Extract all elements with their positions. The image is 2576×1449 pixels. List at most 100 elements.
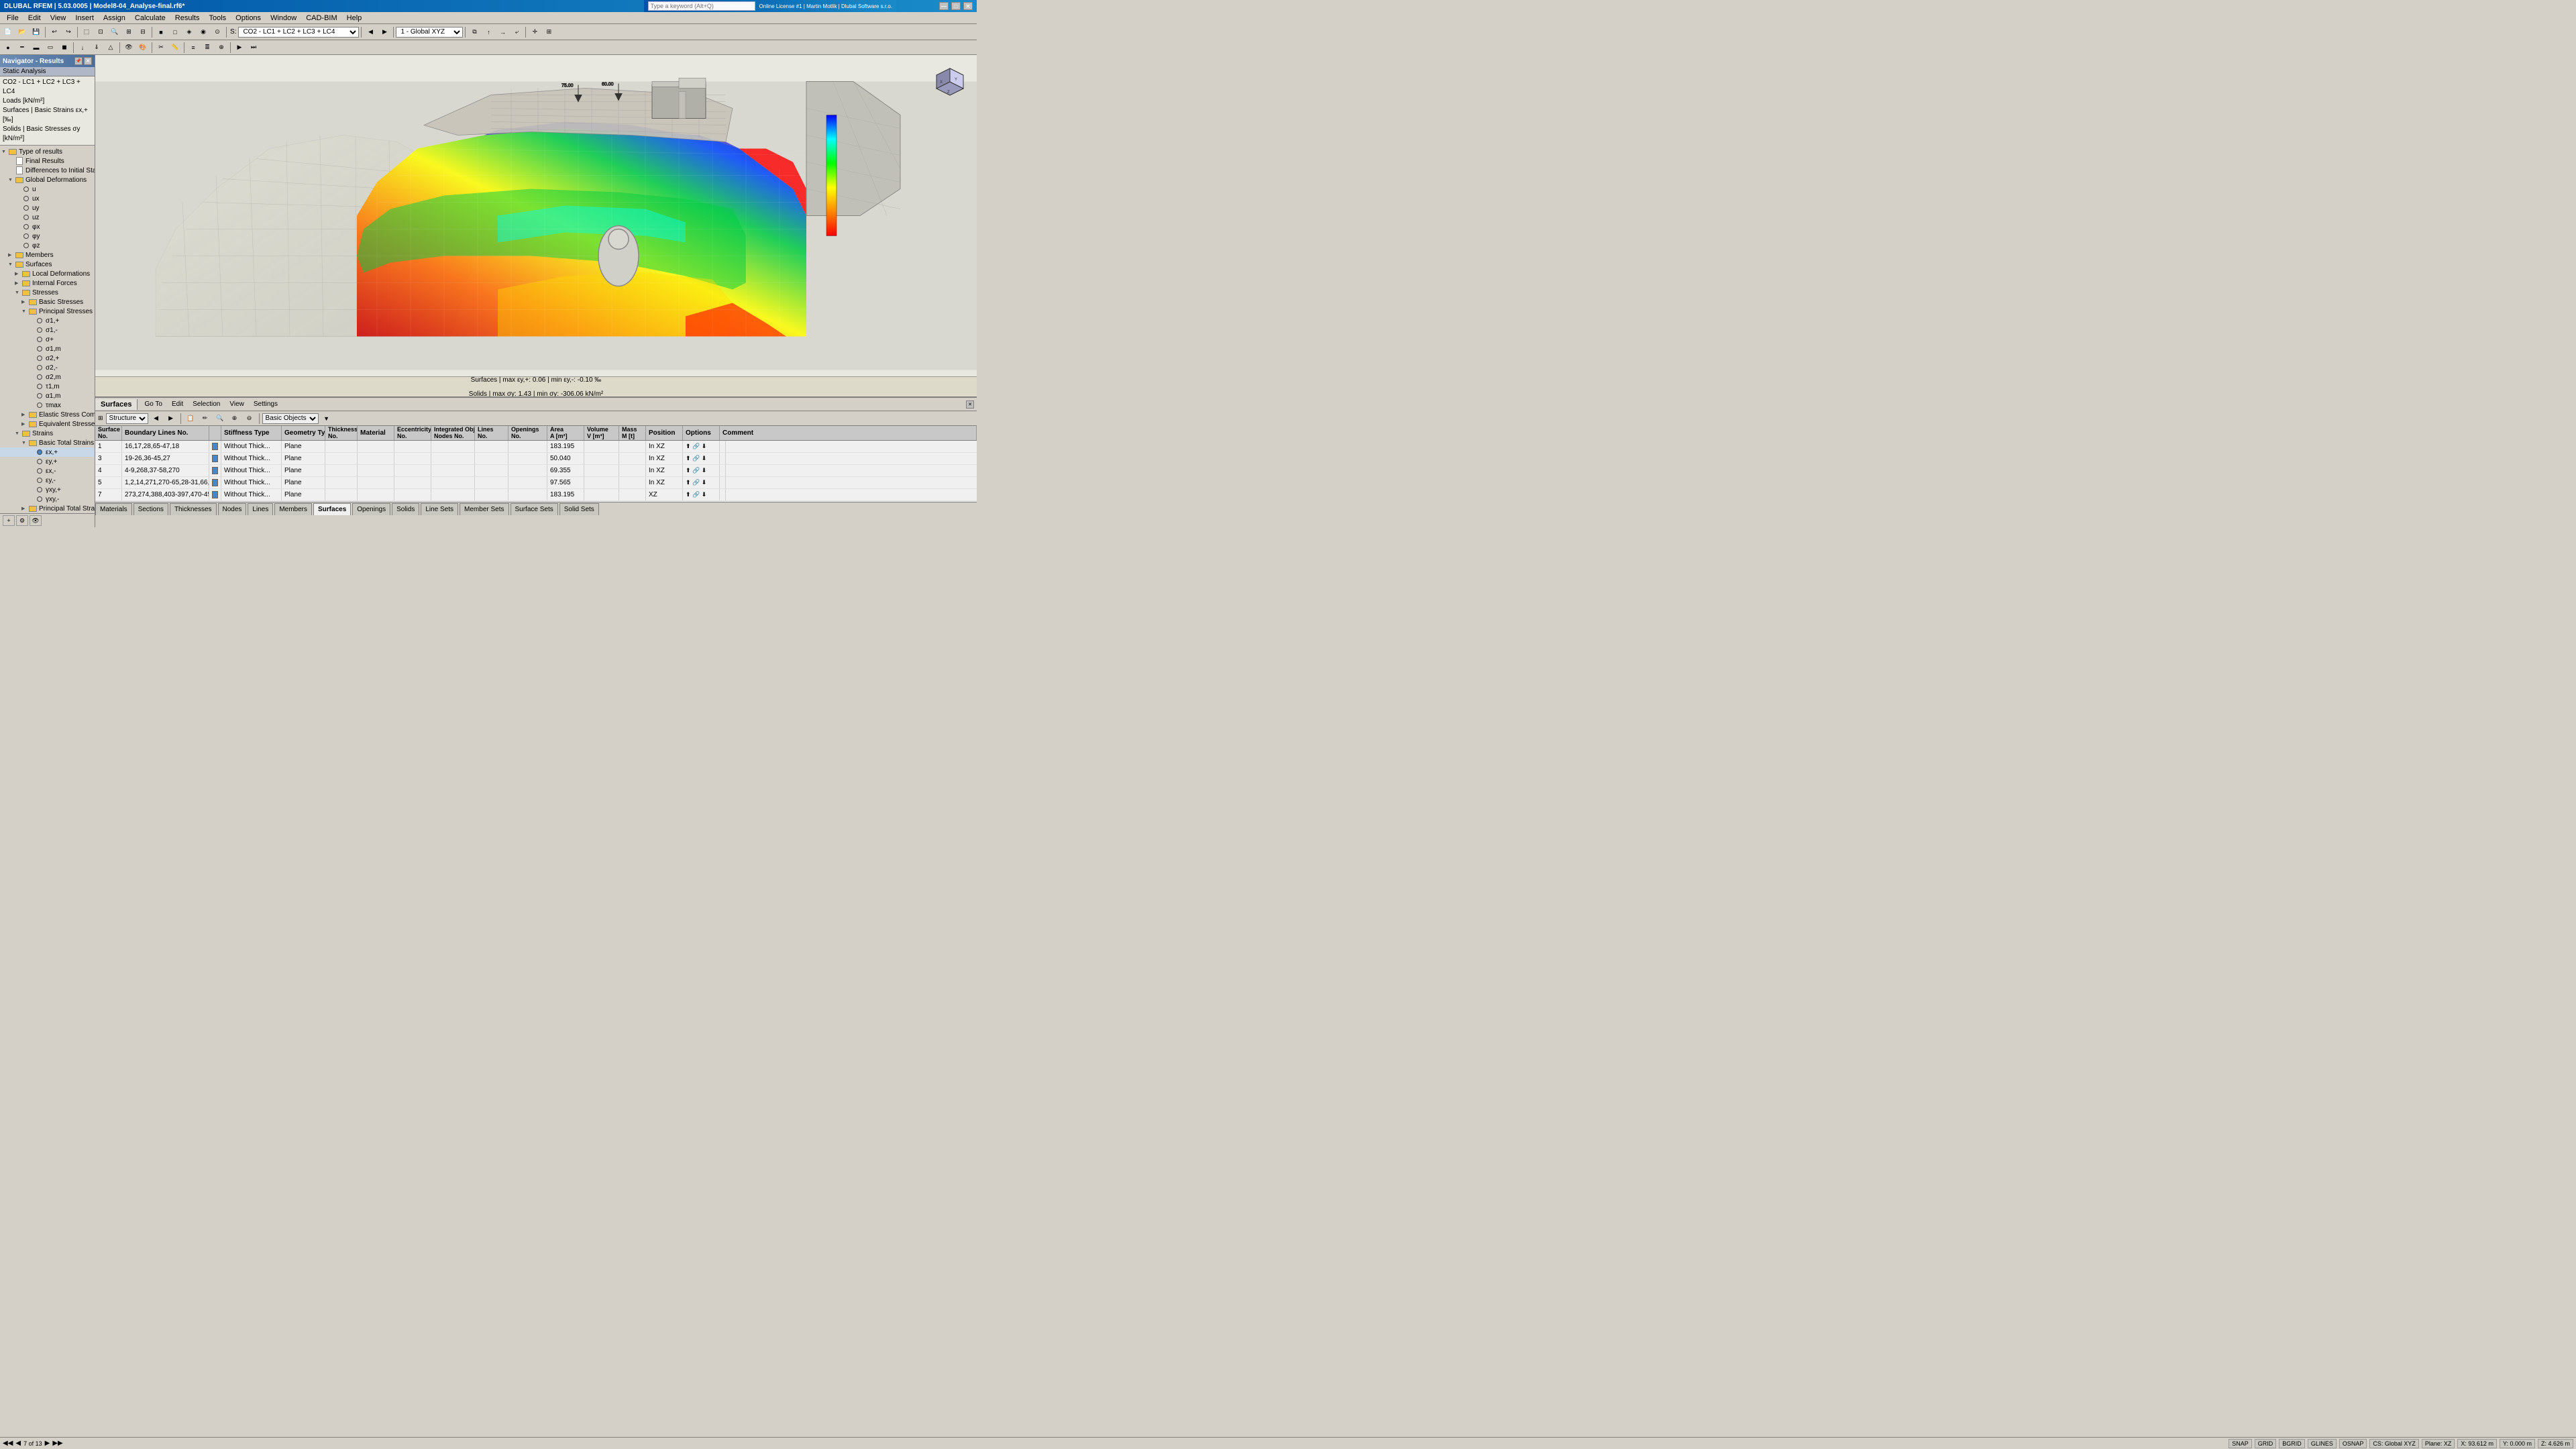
bottom-menu-selection[interactable]: Selection <box>189 400 224 409</box>
grid-status[interactable]: GRID <box>2255 1439 2277 1448</box>
bt-filter[interactable]: ▼ <box>320 413 333 425</box>
tree-item-6[interactable]: uy <box>0 203 95 213</box>
tb-solid[interactable]: ◼ <box>58 42 71 54</box>
tree-item-12[interactable]: ▼Surfaces <box>0 260 95 269</box>
tree-item-10[interactable]: φz <box>0 241 95 250</box>
view-top[interactable]: ↑ <box>482 26 495 38</box>
tb3[interactable]: ⊞ <box>122 26 136 38</box>
undo-button[interactable]: ↩ <box>48 26 61 38</box>
bottom-tab-solid-sets[interactable]: Solid Sets <box>559 503 599 515</box>
tb-animate[interactable]: ▶ <box>233 42 246 54</box>
tb-result2[interactable]: ≣ <box>201 42 214 54</box>
nav-close[interactable]: ✕ <box>84 57 92 65</box>
zoom-all[interactable]: ⊡ <box>94 26 107 38</box>
dropdown-next[interactable]: ▶ <box>164 413 178 425</box>
tree-item-30[interactable]: ▼Strains <box>0 429 95 438</box>
wire-btn[interactable]: □ <box>168 26 182 38</box>
tree-item-15[interactable]: ▼Stresses <box>0 288 95 297</box>
bt-icon3[interactable]: 🔍 <box>213 413 227 425</box>
menu-file[interactable]: File <box>3 13 23 23</box>
tree-item-35[interactable]: εy,- <box>0 476 95 485</box>
tree-item-25[interactable]: τ1,m <box>0 382 95 391</box>
tb-measure[interactable]: 📏 <box>168 42 182 54</box>
nav-eye-btn[interactable]: 👁 <box>30 515 42 526</box>
search-input[interactable] <box>648 1 755 11</box>
tb-step[interactable]: ⏭ <box>247 42 260 54</box>
tree-item-26[interactable]: α1,m <box>0 391 95 400</box>
bottom-menu-settings[interactable]: Settings <box>250 400 282 409</box>
grid-btn[interactable]: ⊞ <box>542 26 555 38</box>
bottom-menu-view[interactable]: View <box>225 400 248 409</box>
bottom-tab-thicknesses[interactable]: Thicknesses <box>170 503 217 515</box>
bt-icon1[interactable]: 📋 <box>184 413 197 425</box>
nav-settings-btn[interactable]: ⚙ <box>16 515 28 526</box>
menu-cadbim[interactable]: CAD-BIM <box>302 13 341 23</box>
tree-item-8[interactable]: φx <box>0 222 95 231</box>
tree-item-22[interactable]: σ2,+ <box>0 354 95 363</box>
view-iso[interactable]: ⧉ <box>468 26 481 38</box>
prev-result[interactable]: ◀ <box>364 26 377 38</box>
tree-item-4[interactable]: u <box>0 184 95 194</box>
open-button[interactable]: 📂 <box>15 26 29 38</box>
prev-page-btn[interactable]: ◀◀ <box>3 1440 13 1447</box>
bgrid-status[interactable]: BGRID <box>2279 1439 2305 1448</box>
view-front[interactable]: → <box>496 26 509 38</box>
next-page-btn[interactable]: ▶▶ <box>52 1440 62 1447</box>
bottom-menu-goto[interactable]: Go To <box>140 400 166 409</box>
bottom-tab-member-sets[interactable]: Member Sets <box>460 503 508 515</box>
dropdown-prev[interactable]: ◀ <box>150 413 163 425</box>
bt-icon2[interactable]: ✏ <box>199 413 212 425</box>
tree-item-17[interactable]: ▼Principal Stresses <box>0 307 95 316</box>
tree-item-7[interactable]: uz <box>0 213 95 222</box>
tb-support[interactable]: △ <box>104 42 117 54</box>
structure-dropdown[interactable]: Structure <box>106 413 148 424</box>
tree-item-32[interactable]: εx,+ <box>0 447 95 457</box>
tree-item-20[interactable]: σ+ <box>0 335 95 344</box>
tree-item-36[interactable]: γxy,+ <box>0 485 95 494</box>
menu-results[interactable]: Results <box>171 13 204 23</box>
tree-item-13[interactable]: ▶Local Deformations <box>0 269 95 278</box>
zoom-in[interactable]: 🔍 <box>108 26 121 38</box>
table-row[interactable]: 116,17,28,65-47,18Without Thick...Plane1… <box>95 441 977 453</box>
select-button[interactable]: ⬚ <box>80 26 93 38</box>
next-result[interactable]: ▶ <box>378 26 391 38</box>
menu-tools[interactable]: Tools <box>205 13 230 23</box>
snap-btn[interactable]: ✛ <box>528 26 541 38</box>
nav-add-btn[interactable]: + <box>3 515 15 526</box>
bottom-tab-openings[interactable]: Openings <box>352 503 390 515</box>
menu-calculate[interactable]: Calculate <box>131 13 170 23</box>
bottom-tab-members[interactable]: Members <box>274 503 312 515</box>
menu-help[interactable]: Help <box>343 13 366 23</box>
bottom-tab-sections[interactable]: Sections <box>133 503 168 515</box>
tree-item-5[interactable]: ux <box>0 194 95 203</box>
maximize-button[interactable]: □ <box>951 2 961 10</box>
bottom-panel-close[interactable]: ✕ <box>966 400 974 409</box>
tree-item-31[interactable]: ▼Basic Total Strains <box>0 438 95 447</box>
redo-button[interactable]: ↪ <box>62 26 75 38</box>
menu-assign[interactable]: Assign <box>99 13 129 23</box>
bottom-tab-materials[interactable]: Materials <box>95 503 132 515</box>
osnap-status[interactable]: OSNAP <box>2339 1439 2367 1448</box>
minimize-button[interactable]: — <box>939 2 949 10</box>
view-cube[interactable]: X Y Z <box>930 62 970 102</box>
menu-options[interactable]: Options <box>231 13 265 23</box>
bt-icon5[interactable]: ⊖ <box>243 413 256 425</box>
bottom-tab-lines[interactable]: Lines <box>248 503 273 515</box>
bottom-tab-surface-sets[interactable]: Surface Sets <box>511 503 558 515</box>
new-button[interactable]: 📄 <box>1 26 15 38</box>
menu-window[interactable]: Window <box>266 13 301 23</box>
tree-item-37[interactable]: γxy,- <box>0 494 95 504</box>
display-btn[interactable]: 👁 <box>122 42 136 54</box>
tb-node[interactable]: ● <box>1 42 15 54</box>
tb-member[interactable]: ▬ <box>30 42 43 54</box>
tree-item-28[interactable]: ▶Elastic Stress Components <box>0 410 95 419</box>
tree-item-34[interactable]: εx,- <box>0 466 95 476</box>
tree-item-27[interactable]: τmax <box>0 400 95 410</box>
tb5[interactable]: ◈ <box>182 26 196 38</box>
bottom-tab-surfaces[interactable]: Surfaces <box>313 503 351 515</box>
bt-icon4[interactable]: ⊕ <box>228 413 241 425</box>
menu-edit[interactable]: Edit <box>24 13 45 23</box>
tb-section[interactable]: ✂ <box>154 42 168 54</box>
bottom-tab-line-sets[interactable]: Line Sets <box>421 503 458 515</box>
save-button[interactable]: 💾 <box>30 26 43 38</box>
